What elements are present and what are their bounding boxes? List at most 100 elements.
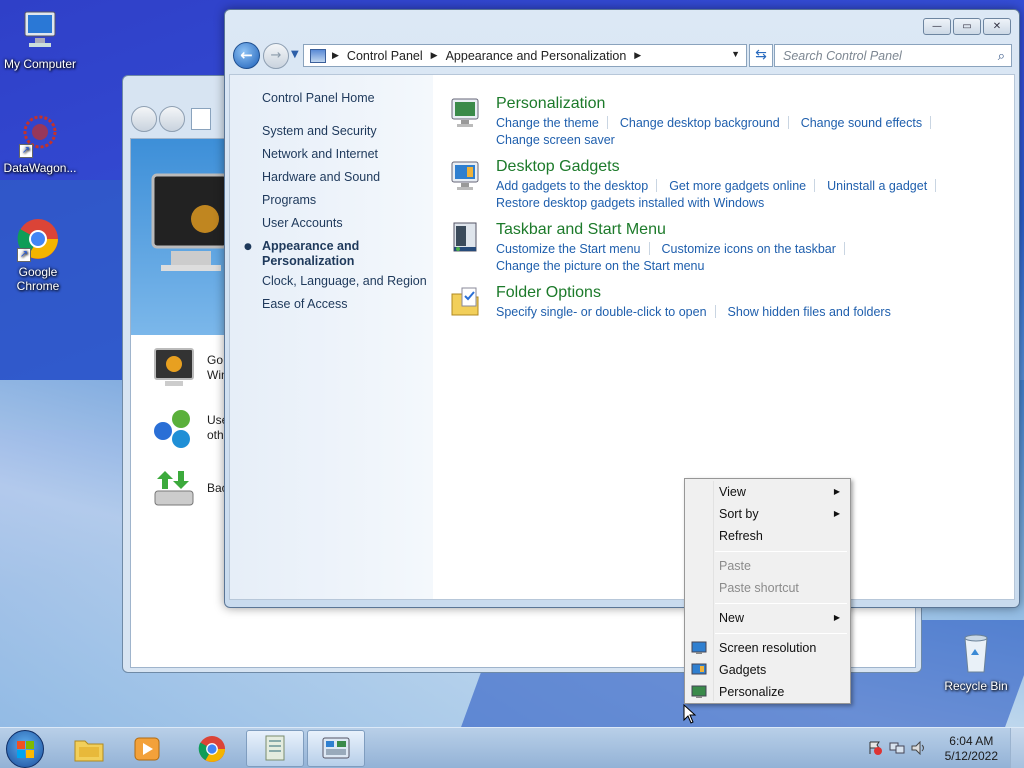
desktop-icon-recycle-bin[interactable]: Recycle Bin: [936, 630, 1016, 693]
link-get-more-gadgets[interactable]: Get more gadgets online: [669, 179, 806, 193]
menu-item-refresh[interactable]: Refresh: [719, 529, 763, 543]
address-dropdown-icon[interactable]: ▼: [731, 49, 740, 59]
taskbar-documents-button[interactable]: [246, 730, 304, 767]
taskbar: 6:04 AM 5/12/2022: [0, 727, 1024, 768]
menu-item-personalize[interactable]: Personalize: [719, 685, 784, 699]
search-input[interactable]: Search Control Panel ⌕: [774, 44, 1012, 67]
breadcrumb-separator-icon[interactable]: ▶: [634, 50, 641, 61]
submenu-arrow-icon: ▶: [833, 487, 840, 496]
forward-button[interactable]: [159, 106, 185, 132]
maximize-button[interactable]: ▭: [953, 18, 981, 35]
menu-item-sort-by[interactable]: Sort by: [719, 507, 759, 521]
show-desktop-button[interactable]: [1010, 728, 1024, 768]
breadcrumb-appearance[interactable]: Appearance and Personalization: [446, 49, 627, 63]
nav-clock-language-region[interactable]: Clock, Language, and Region: [262, 274, 427, 289]
windows-monitor-icon: [151, 345, 197, 391]
link-restore-gadgets[interactable]: Restore desktop gadgets installed with W…: [496, 196, 764, 210]
menu-gutter: [713, 481, 714, 701]
back-row[interactable]: Go o Wind: [151, 345, 234, 391]
section-title[interactable]: Folder Options: [496, 284, 601, 302]
taskbar-chrome-button[interactable]: [183, 730, 241, 767]
nav-system-security[interactable]: System and Security: [262, 124, 377, 139]
section-title[interactable]: Taskbar and Start Menu: [496, 221, 666, 239]
link-divider: [843, 242, 845, 255]
search-icon[interactable]: ⌕: [998, 48, 1005, 64]
link-change-desktop-background[interactable]: Change desktop background: [620, 116, 780, 130]
taskbar-explorer-button[interactable]: [60, 730, 118, 767]
taskbar-control-panel-button[interactable]: [307, 730, 365, 767]
link-uninstall-gadget[interactable]: Uninstall a gadget: [827, 179, 927, 193]
menu-item-view[interactable]: View: [719, 485, 746, 499]
recent-pages-dropdown[interactable]: ▼: [291, 49, 299, 60]
desktop-icon-my-computer[interactable]: My Computer: [0, 8, 80, 71]
control-panel-home-link[interactable]: Control Panel Home: [262, 91, 375, 106]
breadcrumb-separator-icon[interactable]: ▶: [431, 50, 438, 61]
link-change-screen-saver[interactable]: Change screen saver: [496, 133, 615, 147]
link-customize-taskbar-icons[interactable]: Customize icons on the taskbar: [662, 242, 836, 256]
taskbar-icon: [450, 221, 480, 255]
link-divider: [787, 116, 789, 129]
control-panel-window[interactable]: — ▭ ✕ ← → ▼ ▶ Control Panel ▶ Appearance…: [224, 9, 1020, 608]
section-links: Customize the Start menu Customize icons …: [496, 241, 976, 275]
back-button[interactable]: [131, 106, 157, 132]
network-icon[interactable]: [889, 741, 905, 755]
back-button[interactable]: ←: [233, 42, 260, 69]
address-bar[interactable]: [191, 108, 211, 130]
nav-user-accounts[interactable]: User Accounts: [262, 216, 343, 231]
start-button[interactable]: [6, 730, 44, 768]
action-center-icon[interactable]: [868, 741, 882, 755]
link-divider: [648, 242, 650, 255]
address-bar[interactable]: ▶ Control Panel ▶ Appearance and Persona…: [303, 44, 747, 67]
menu-item-paste-shortcut: Paste shortcut: [719, 581, 799, 595]
link-change-sound-effects[interactable]: Change sound effects: [801, 116, 922, 130]
minimize-button[interactable]: —: [923, 18, 951, 35]
submenu-arrow-icon: ▶: [833, 613, 840, 622]
chrome-icon: ↗: [15, 216, 61, 262]
personalization-icon: [450, 95, 480, 129]
menu-item-new[interactable]: New: [719, 611, 744, 625]
link-add-gadgets[interactable]: Add gadgets to the desktop: [496, 179, 648, 193]
section-title[interactable]: Personalization: [496, 95, 605, 113]
back-row[interactable]: Back: [151, 465, 234, 511]
screen-resolution-icon: [691, 641, 707, 655]
hero-banner: [131, 139, 231, 335]
close-button[interactable]: ✕: [983, 18, 1011, 35]
nav-programs[interactable]: Programs: [262, 193, 316, 208]
clock[interactable]: 6:04 AM 5/12/2022: [945, 734, 998, 764]
nav-network-internet[interactable]: Network and Internet: [262, 147, 378, 162]
shortcut-arrow-icon: ↗: [19, 144, 33, 158]
explorer-icon: [74, 740, 104, 761]
documents-icon: [265, 735, 285, 760]
menu-item-screen-resolution[interactable]: Screen resolution: [719, 641, 816, 655]
refresh-button[interactable]: ⇆: [749, 44, 773, 67]
link-show-hidden-files[interactable]: Show hidden files and folders: [728, 305, 891, 319]
desktop-icon-google-chrome[interactable]: ↗ Google Chrome: [0, 216, 78, 293]
nav-appearance-personalization[interactable]: Appearance and Personalization: [262, 239, 359, 269]
breadcrumb-separator-icon: ▶: [332, 50, 339, 60]
desktop-icon-datawagon[interactable]: ↗ DataWagon...: [0, 112, 80, 175]
link-single-double-click[interactable]: Specify single- or double-click to open: [496, 305, 707, 319]
clock-time: 6:04 AM: [949, 734, 994, 748]
breadcrumb-control-panel[interactable]: Control Panel: [347, 49, 423, 63]
forward-button[interactable]: →: [263, 43, 289, 69]
link-change-theme[interactable]: Change the theme: [496, 116, 599, 130]
taskbar-media-player-button[interactable]: [118, 730, 176, 767]
menu-item-gadgets[interactable]: Gadgets: [719, 663, 766, 677]
window-controls: — ▭ ✕: [923, 18, 1011, 35]
content-area: Control Panel Home System and Security N…: [229, 74, 1015, 600]
link-divider: [814, 179, 816, 192]
computer-icon: [17, 8, 63, 54]
link-change-start-picture[interactable]: Change the picture on the Start menu: [496, 259, 704, 273]
section-title[interactable]: Desktop Gadgets: [496, 158, 620, 176]
nav-ease-of-access[interactable]: Ease of Access: [262, 297, 347, 312]
volume-icon[interactable]: [911, 740, 927, 756]
back-window-nav: [131, 106, 211, 132]
nav-hardware-sound[interactable]: Hardware and Sound: [262, 170, 380, 185]
section-links: Add gadgets to the desktop Get more gadge…: [496, 178, 976, 212]
navigation-bar: ← → ▼ ▶ Control Panel ▶ Appearance and P…: [233, 40, 1013, 70]
selected-bullet-icon: ●: [244, 242, 252, 252]
link-customize-start-menu[interactable]: Customize the Start menu: [496, 242, 641, 256]
back-row[interactable]: Use othe: [151, 405, 230, 451]
windows-logo-icon: [17, 741, 34, 758]
control-panel-icon: [310, 48, 326, 63]
